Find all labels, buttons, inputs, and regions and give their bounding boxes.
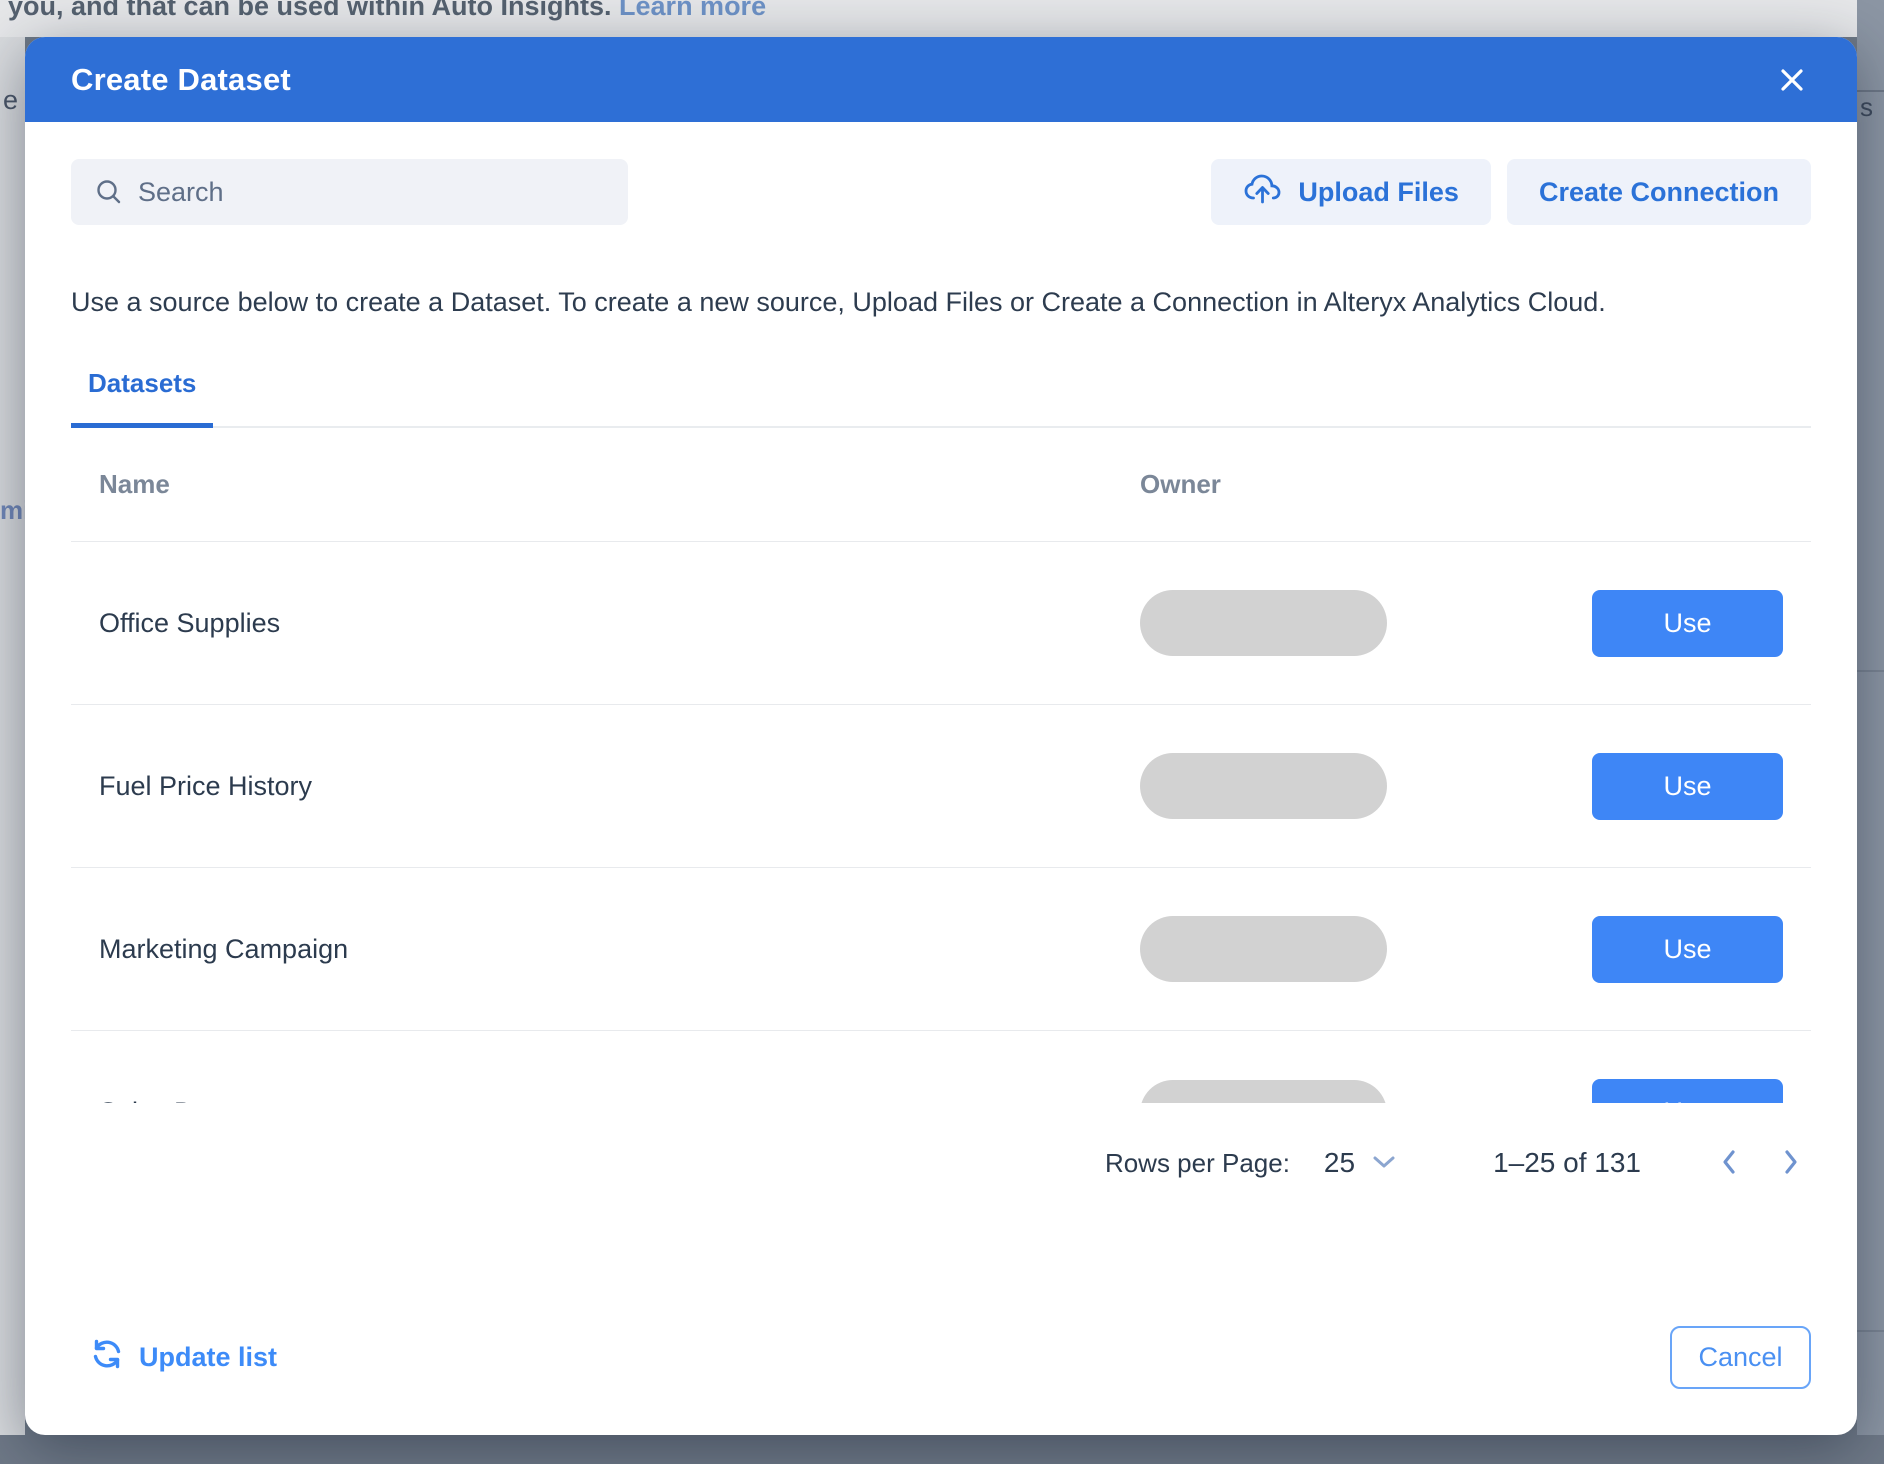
rows-per-page-label: Rows per Page: [1105,1148,1290,1179]
create-dataset-modal: Create Dataset Upload Files [25,37,1857,1435]
close-button[interactable] [1775,63,1809,97]
owner-avatar-pill [1140,1080,1387,1104]
background-page-left-sliver: e mi [0,37,25,1435]
chevron-down-icon [1371,1153,1397,1174]
search-box [71,159,628,225]
controls-row: Upload Files Create Connection [71,159,1811,225]
previous-page-button[interactable] [1719,1147,1739,1180]
modal-footer: Update list Cancel [71,1326,1811,1389]
use-button[interactable]: Use [1592,1079,1783,1103]
owner-avatar-pill [1140,590,1387,656]
cancel-button[interactable]: Cancel [1670,1326,1811,1389]
dataset-list: Office Supplies Use Fuel Price History U… [71,542,1811,1103]
source-actions: Upload Files Create Connection [1211,159,1811,225]
chevron-left-icon [1719,1147,1739,1180]
modal-description: Use a source below to create a Dataset. … [71,279,1810,326]
background-page-right-sliver: s [1857,0,1884,1435]
chevron-right-icon [1781,1147,1801,1180]
search-icon [93,176,125,208]
column-header-owner: Owner [1140,469,1811,500]
rows-per-page-value: 25 [1324,1147,1355,1179]
owner-avatar-pill [1140,753,1387,819]
owner-avatar-pill [1140,916,1387,982]
background-text-fragment: s [1860,92,1873,123]
table-row: Sales Data Use [71,1031,1811,1103]
dataset-name: Marketing Campaign [71,934,1140,965]
cloud-upload-icon [1243,172,1283,213]
close-icon [1775,63,1809,97]
pagination-bar: Rows per Page: 25 1–25 of 131 [71,1103,1811,1223]
use-button[interactable]: Use [1592,590,1783,657]
background-text-fragment: you, and that can be used within Auto In… [8,0,619,21]
background-page-top-strip: you, and that can be used within Auto In… [0,0,1884,37]
create-connection-button[interactable]: Create Connection [1507,159,1811,225]
tab-bar: Datasets [71,354,1811,428]
rows-per-page-select[interactable]: 25 [1324,1147,1397,1179]
refresh-icon [89,1337,125,1378]
background-divider [1857,1330,1884,1332]
search-input[interactable] [138,159,628,225]
background-text-fragment: mi [0,495,25,526]
table-header: Name Owner [71,428,1811,542]
table-row: Office Supplies Use [71,542,1811,705]
dataset-name: Fuel Price History [71,771,1140,802]
next-page-button[interactable] [1781,1147,1801,1180]
use-button[interactable]: Use [1592,753,1783,820]
upload-files-button[interactable]: Upload Files [1211,159,1491,225]
use-button[interactable]: Use [1592,916,1783,983]
table-row: Fuel Price History Use [71,705,1811,868]
modal-header: Create Dataset [25,37,1857,122]
column-header-name: Name [71,469,1140,500]
update-list-label: Update list [139,1342,277,1373]
tab-datasets[interactable]: Datasets [71,354,213,428]
background-overlay-bottom [0,1435,1884,1464]
pagination-range: 1–25 of 131 [1493,1147,1641,1179]
background-text-fragment: e [3,85,18,116]
update-list-button[interactable]: Update list [71,1337,277,1378]
create-connection-label: Create Connection [1539,177,1779,208]
learn-more-link: Learn more [619,0,766,21]
upload-files-label: Upload Files [1298,177,1459,208]
background-page-text: you, and that can be used within Auto In… [8,0,766,22]
modal-title: Create Dataset [71,62,291,98]
dataset-name: Office Supplies [71,608,1140,639]
background-divider [1857,670,1884,672]
table-row: Marketing Campaign Use [71,868,1811,1031]
modal-body: Upload Files Create Connection Use a sou… [25,122,1857,1435]
